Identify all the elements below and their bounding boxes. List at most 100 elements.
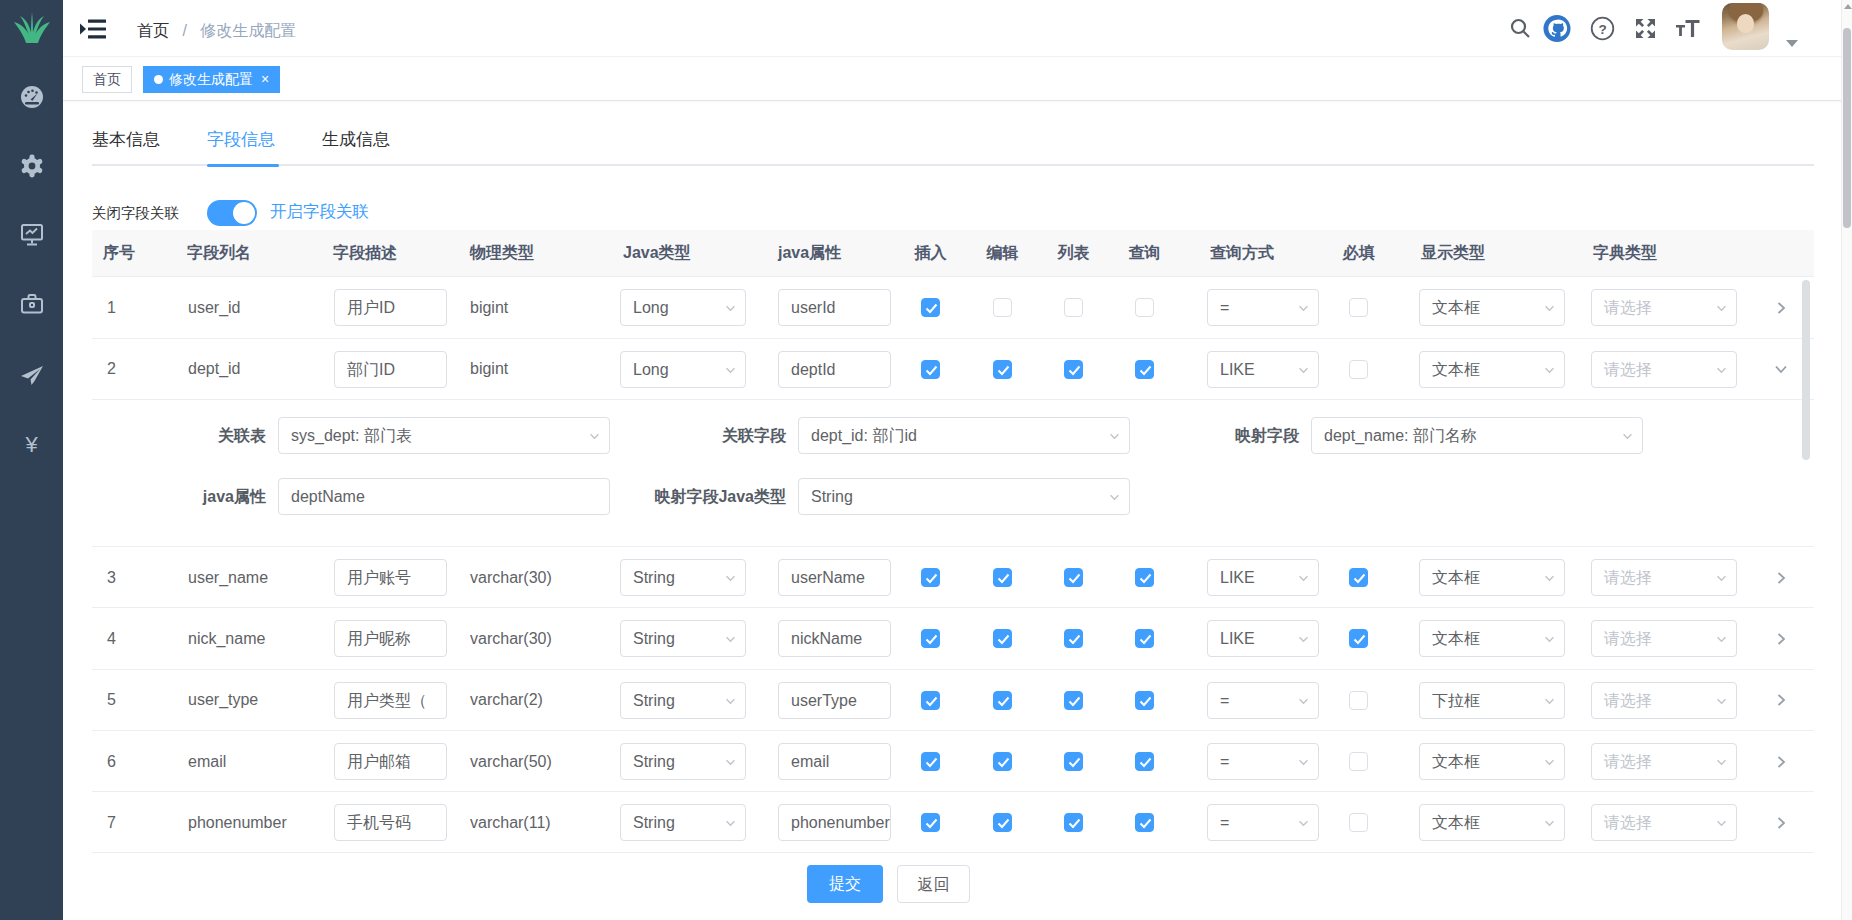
java-type-select[interactable]: Long (620, 351, 746, 388)
column-desc-input[interactable]: 用户类型（ (334, 682, 447, 719)
expand-row-icon[interactable] (1773, 570, 1789, 586)
list-checkbox[interactable] (1064, 568, 1083, 587)
required-checkbox[interactable] (1349, 360, 1368, 379)
column-desc-input[interactable]: 用户账号 (334, 559, 447, 596)
required-checkbox[interactable] (1349, 568, 1368, 587)
query-checkbox[interactable] (1135, 813, 1154, 832)
expand-java-field-input[interactable]: deptName (278, 478, 610, 515)
expand-row-icon[interactable] (1773, 631, 1789, 647)
help-icon[interactable]: ? (1588, 14, 1616, 42)
edit-checkbox[interactable] (993, 360, 1012, 379)
dict-type-select[interactable]: 请选择 (1591, 804, 1737, 841)
java-field-input[interactable]: nickName (778, 620, 891, 657)
java-field-input[interactable]: email (778, 743, 891, 780)
java-type-select[interactable]: String (620, 743, 746, 780)
list-checkbox[interactable] (1064, 629, 1083, 648)
html-type-select[interactable]: 文本框 (1419, 620, 1565, 657)
insert-checkbox[interactable] (921, 360, 940, 379)
required-checkbox[interactable] (1349, 752, 1368, 771)
html-type-select[interactable]: 文本框 (1419, 289, 1565, 326)
sidebar-item-dashboard[interactable] (0, 83, 63, 111)
tag-close-icon[interactable]: × (261, 71, 269, 87)
edit-checkbox[interactable] (993, 298, 1012, 317)
tab-field-info[interactable]: 字段信息 (207, 127, 275, 153)
query-way-select[interactable]: = (1207, 682, 1319, 719)
dict-type-select[interactable]: 请选择 (1591, 682, 1737, 719)
java-field-input[interactable]: userId (778, 289, 891, 326)
query-checkbox[interactable] (1135, 298, 1154, 317)
column-desc-input[interactable]: 用户昵称 (334, 620, 447, 657)
expand-1-select[interactable]: sys_dept: 部门表 (278, 417, 610, 454)
query-way-select[interactable]: = (1207, 289, 1319, 326)
expand-java-type-select[interactable]: String (798, 478, 1130, 515)
html-type-select[interactable]: 文本框 (1419, 559, 1565, 596)
insert-checkbox[interactable] (921, 813, 940, 832)
query-checkbox[interactable] (1135, 691, 1154, 710)
query-way-select[interactable]: LIKE (1207, 620, 1319, 657)
sidebar-item-monitor[interactable] (0, 221, 63, 249)
query-way-select[interactable]: = (1207, 743, 1319, 780)
edit-checkbox[interactable] (993, 813, 1012, 832)
table-scrollbar-thumb[interactable] (1802, 280, 1810, 460)
html-type-select[interactable]: 下拉框 (1419, 682, 1565, 719)
html-type-select[interactable]: 文本框 (1419, 804, 1565, 841)
java-type-select[interactable]: String (620, 804, 746, 841)
page-scrollbar[interactable] (1841, 0, 1852, 920)
html-type-select[interactable]: 文本框 (1419, 743, 1565, 780)
list-checkbox[interactable] (1064, 298, 1083, 317)
list-checkbox[interactable] (1064, 752, 1083, 771)
required-checkbox[interactable] (1349, 629, 1368, 648)
list-checkbox[interactable] (1064, 813, 1083, 832)
breadcrumb-home[interactable]: 首页 (137, 22, 169, 39)
avatar-dropdown-caret-icon[interactable] (1786, 40, 1798, 47)
tab-gen-info[interactable]: 生成信息 (322, 127, 390, 153)
column-desc-input[interactable]: 部门ID (334, 351, 447, 388)
java-field-input[interactable]: userName (778, 559, 891, 596)
scroll-up-arrow-icon[interactable] (1844, 4, 1852, 9)
edit-checkbox[interactable] (993, 629, 1012, 648)
dict-type-select[interactable]: 请选择 (1591, 559, 1737, 596)
column-desc-input[interactable]: 用户邮箱 (334, 743, 447, 780)
dict-type-select[interactable]: 请选择 (1591, 351, 1737, 388)
search-icon[interactable] (1506, 14, 1534, 42)
java-type-select[interactable]: String (620, 620, 746, 657)
java-field-input[interactable]: phonenumber (778, 804, 891, 841)
insert-checkbox[interactable] (921, 691, 940, 710)
user-avatar[interactable] (1722, 3, 1769, 50)
github-icon[interactable] (1543, 14, 1571, 42)
insert-checkbox[interactable] (921, 752, 940, 771)
sidebar-item-tool[interactable] (0, 290, 63, 318)
required-checkbox[interactable] (1349, 691, 1368, 710)
dict-type-select[interactable]: 请选择 (1591, 620, 1737, 657)
dict-type-select[interactable]: 请选择 (1591, 289, 1737, 326)
column-desc-input[interactable]: 手机号码 (334, 804, 447, 841)
query-checkbox[interactable] (1135, 629, 1154, 648)
tab-basic-info[interactable]: 基本信息 (92, 127, 160, 153)
query-way-select[interactable]: LIKE (1207, 559, 1319, 596)
expand-3-select[interactable]: dept_name: 部门名称 (1311, 417, 1643, 454)
java-type-select[interactable]: String (620, 559, 746, 596)
dict-type-select[interactable]: 请选择 (1591, 743, 1737, 780)
expand-row-icon[interactable] (1773, 361, 1789, 377)
java-type-select[interactable]: Long (620, 289, 746, 326)
insert-checkbox[interactable] (921, 629, 940, 648)
expand-row-icon[interactable] (1773, 754, 1789, 770)
sidebar-item-pay[interactable]: ¥ (0, 432, 63, 458)
query-checkbox[interactable] (1135, 360, 1154, 379)
required-checkbox[interactable] (1349, 298, 1368, 317)
edit-checkbox[interactable] (993, 568, 1012, 587)
edit-checkbox[interactable] (993, 752, 1012, 771)
html-type-select[interactable]: 文本框 (1419, 351, 1565, 388)
query-checkbox[interactable] (1135, 752, 1154, 771)
java-type-select[interactable]: String (620, 682, 746, 719)
insert-checkbox[interactable] (921, 568, 940, 587)
java-field-input[interactable]: deptId (778, 351, 891, 388)
java-field-input[interactable]: userType (778, 682, 891, 719)
sidebar-item-system[interactable] (0, 152, 63, 180)
expand-row-icon[interactable] (1773, 300, 1789, 316)
edit-checkbox[interactable] (993, 691, 1012, 710)
back-button[interactable]: 返回 (897, 865, 970, 903)
insert-checkbox[interactable] (921, 298, 940, 317)
query-way-select[interactable]: LIKE (1207, 351, 1319, 388)
sidebar-item-send[interactable] (0, 361, 63, 389)
